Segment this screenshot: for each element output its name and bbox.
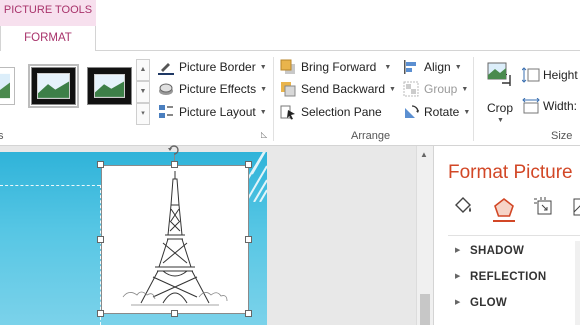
chevron-down-icon: ▼ xyxy=(259,63,267,71)
gallery-scrollbar: ▲ ▼ ▾ xyxy=(136,59,150,125)
shape-height-field[interactable]: Height xyxy=(521,65,578,85)
group-button[interactable]: Group ▼ xyxy=(403,79,468,99)
resize-handle-bottom-left[interactable] xyxy=(97,310,104,317)
shape-width-field[interactable]: Width: xyxy=(522,96,577,116)
bring-forward-icon xyxy=(280,59,296,75)
width-label: Width: xyxy=(543,99,578,113)
chevron-down-icon: ▼ xyxy=(389,85,396,93)
chevron-down-icon: ▼ xyxy=(497,117,504,124)
section-glow[interactable]: GLOW xyxy=(470,297,507,309)
resize-handle-bottom-right[interactable] xyxy=(245,310,252,317)
group-divider xyxy=(273,57,274,141)
bring-forward-label: Bring Forward xyxy=(301,60,377,74)
align-label: Align xyxy=(424,60,451,74)
group-label: Group xyxy=(424,82,458,96)
gallery-more-button[interactable]: ▾ xyxy=(136,103,150,125)
tab-format-label: FORMAT xyxy=(24,32,72,44)
placeholder-border xyxy=(0,185,100,186)
landscape-icon xyxy=(95,75,124,97)
gallery-scroll-down-button[interactable]: ▼ xyxy=(136,81,150,103)
rotate-icon xyxy=(403,104,419,120)
picture-selection-frame xyxy=(101,165,249,314)
selection-pane-button[interactable]: Selection Pane xyxy=(280,102,382,122)
selection-pane-label: Selection Pane xyxy=(301,105,382,119)
group-divider xyxy=(473,57,474,141)
expand-triangle-icon[interactable]: ▶ xyxy=(455,272,460,280)
section-reflection[interactable]: REFLECTION xyxy=(470,271,546,283)
chevron-down-icon: ▼ xyxy=(259,108,267,116)
slide-vertical-scrollbar[interactable]: ▲ xyxy=(416,146,433,325)
send-backward-label: Send Backward xyxy=(301,82,386,96)
pane-scrollbar[interactable] xyxy=(575,241,580,325)
picture-layout-button[interactable]: Picture Layout ▼ xyxy=(158,102,267,122)
picture-border-label: Picture Border xyxy=(179,60,256,74)
ribbon: ▲ ▼ ▾ s Picture Border ▼ Picture Effects… xyxy=(0,51,580,146)
width-icon xyxy=(522,97,540,114)
picture-tools-context-tab: PICTURE TOOLS xyxy=(0,0,96,26)
picture-style-thumbnail[interactable] xyxy=(0,67,15,105)
format-picture-pane: Format Picture ▶ SHADOW ▶ REFLECTION ▶ G… xyxy=(433,146,580,325)
resize-handle-left[interactable] xyxy=(97,236,104,243)
picture-style-thumbnail[interactable] xyxy=(87,67,132,105)
landscape-icon xyxy=(38,74,69,98)
resize-handle-right[interactable] xyxy=(245,236,252,243)
scroll-up-icon[interactable]: ▲ xyxy=(420,150,428,159)
pane-title: Format Picture xyxy=(448,162,573,183)
resize-handle-top-left[interactable] xyxy=(97,161,104,168)
chevron-down-icon: ▼ xyxy=(454,63,462,71)
picture-effects-label: Picture Effects xyxy=(179,82,257,96)
rotate-label: Rotate xyxy=(424,105,460,119)
rotate-handle-icon[interactable] xyxy=(167,143,181,157)
resize-handle-bottom[interactable] xyxy=(171,310,178,317)
send-backward-icon xyxy=(280,81,296,97)
picture-tools-label: PICTURE TOOLS xyxy=(3,4,93,16)
pane-divider xyxy=(448,235,580,236)
crop-icon xyxy=(487,62,511,86)
crop-button[interactable]: Crop ▼ xyxy=(481,59,519,125)
picture-styles-group-label-fragment: s xyxy=(0,130,4,142)
resize-handle-top-right[interactable] xyxy=(245,161,252,168)
picture-border-button[interactable]: Picture Border ▼ xyxy=(158,57,267,77)
picture-style-thumbnail-selected[interactable] xyxy=(28,64,79,108)
arrange-group-label: Arrange xyxy=(351,130,391,142)
tab-format[interactable]: FORMAT xyxy=(0,26,96,51)
picture-styles-dialog-launcher-icon[interactable]: ◺ xyxy=(261,131,270,140)
effects-pentagon-icon[interactable] xyxy=(493,196,515,222)
picture-effects-button[interactable]: Picture Effects ▼ xyxy=(158,79,267,99)
group-objects-icon xyxy=(403,81,419,97)
align-icon xyxy=(403,59,419,75)
chevron-down-icon: ▼ xyxy=(461,85,469,93)
fill-line-icon[interactable] xyxy=(452,196,474,218)
chevron-down-icon: ▼ xyxy=(260,85,268,93)
size-group-label: Size xyxy=(551,130,573,142)
size-properties-icon[interactable] xyxy=(533,196,555,218)
picture-border-icon xyxy=(158,59,174,75)
chevron-down-icon: ▼ xyxy=(384,63,392,71)
picture-layout-label: Picture Layout xyxy=(179,105,256,119)
expand-triangle-icon[interactable]: ▶ xyxy=(455,246,460,254)
rotate-button[interactable]: Rotate ▼ xyxy=(403,102,470,122)
scrollbar-thumb[interactable] xyxy=(420,294,430,325)
height-icon xyxy=(521,67,540,83)
landscape-icon xyxy=(0,73,10,99)
send-backward-button[interactable]: Send Backward ▼ xyxy=(280,79,396,99)
height-label: Height xyxy=(543,68,578,82)
section-shadow[interactable]: SHADOW xyxy=(470,245,524,257)
bring-forward-button[interactable]: Bring Forward ▼ xyxy=(280,57,391,77)
picture-layout-icon xyxy=(158,104,174,120)
resize-handle-top[interactable] xyxy=(171,161,178,168)
picture-settings-icon[interactable] xyxy=(572,196,580,218)
selection-pane-icon xyxy=(280,104,296,120)
crop-label: Crop xyxy=(487,101,514,115)
gallery-scroll-up-button[interactable]: ▲ xyxy=(136,59,150,81)
expand-triangle-icon[interactable]: ▶ xyxy=(455,298,460,306)
align-button[interactable]: Align ▼ xyxy=(403,57,462,77)
chevron-down-icon: ▼ xyxy=(463,108,471,116)
picture-effects-icon xyxy=(158,81,174,97)
